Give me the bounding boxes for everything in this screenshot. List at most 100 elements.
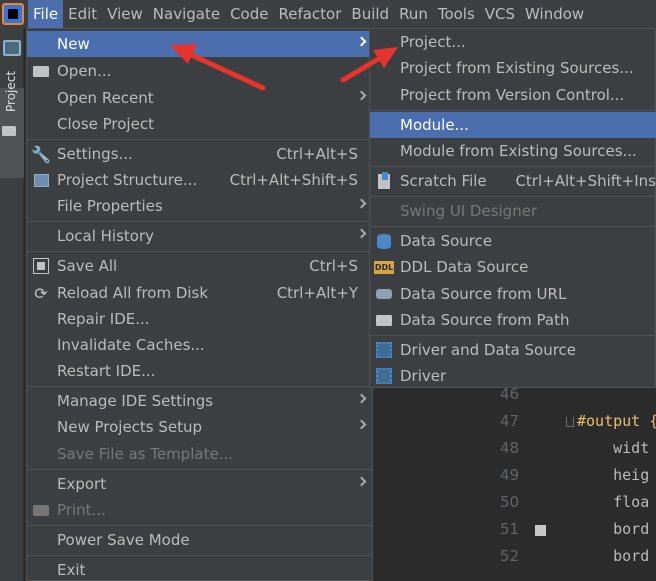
project-tab-label: Project [4, 70, 18, 112]
menu-item-label: Module... [400, 116, 469, 134]
shortcut-label: Ctrl+Alt+Shift+Ins [515, 172, 656, 190]
blank-icon [32, 476, 50, 492]
line-number: 52 [500, 547, 520, 565]
blank-icon [32, 36, 50, 52]
menu-item-driver[interactable]: Driver [370, 363, 656, 389]
bookmark-icon[interactable] [535, 525, 546, 536]
shortcut-label: Ctrl+Alt+S [276, 145, 358, 163]
menu-item-data-source[interactable]: Data Source [370, 228, 656, 254]
menu-item-manage-ide-settings[interactable]: Manage IDE Settings [27, 388, 372, 414]
menu-item-export[interactable]: Export [27, 471, 372, 497]
menu-item-module[interactable]: Module... [370, 112, 656, 138]
menu-item-label: Manage IDE Settings [57, 392, 214, 410]
blank-icon [32, 393, 50, 409]
menu-navigate[interactable]: Navigate [148, 0, 225, 28]
menu-item-label: Project Structure... [57, 171, 198, 189]
menu-item-label: DDL Data Source [400, 258, 529, 276]
blank-icon [32, 228, 50, 244]
blank-icon [375, 34, 393, 50]
line-number: 51 [500, 520, 520, 538]
menu-item-settings[interactable]: 🔧 Settings... Ctrl+Alt+S [27, 141, 372, 167]
menu-vcs[interactable]: VCS [480, 0, 520, 28]
menu-item-save-file-as-template: Save File as Template... [27, 441, 372, 467]
menu-separator [27, 555, 372, 556]
blank-icon [32, 337, 50, 353]
menu-code[interactable]: Code [225, 0, 273, 28]
menu-run[interactable]: Run [394, 0, 433, 28]
menu-item-label: Swing UI Designer [400, 202, 538, 220]
menu-item-driver-and-data-source[interactable]: Driver and Data Source [370, 337, 656, 363]
menu-view[interactable]: View [102, 0, 148, 28]
blank-icon [32, 419, 50, 435]
menu-window[interactable]: Window [520, 0, 589, 28]
menu-item-label: Local History [57, 227, 155, 245]
menu-separator [370, 166, 655, 167]
project-structure-icon [32, 172, 50, 188]
menu-item-label: File Properties [57, 197, 163, 215]
menu-item-label: Driver [400, 367, 447, 385]
menu-item-reload-all[interactable]: ⟳ Reload All from Disk Ctrl+Alt+Y [27, 280, 372, 306]
menu-item-power-save-mode[interactable]: Power Save Mode [27, 527, 372, 553]
blank-icon [32, 116, 50, 132]
blank-icon [32, 311, 50, 327]
intellij-logo-icon[interactable] [2, 3, 24, 25]
menu-item-ddl-data-source[interactable]: DDL DDL Data Source [370, 254, 656, 280]
menu-item-data-source-url[interactable]: Data Source from URL [370, 281, 656, 307]
blank-icon [375, 143, 393, 159]
menu-item-local-history[interactable]: Local History [27, 223, 372, 249]
code-line: widt [577, 439, 650, 457]
menu-item-new[interactable]: New [27, 31, 372, 57]
database-icon [375, 233, 393, 249]
menu-separator [27, 251, 372, 252]
menu-edit[interactable]: Edit [63, 0, 102, 28]
menu-item-label: Invalidate Caches... [57, 336, 205, 354]
menu-item-project[interactable]: Project... [370, 29, 656, 55]
code-line: bord [577, 547, 650, 565]
menu-item-scratch-file[interactable]: Scratch File Ctrl+Alt+Shift+Ins [370, 168, 656, 194]
menu-item-file-properties[interactable]: File Properties [27, 193, 372, 219]
menu-item-label: Driver and Data Source [400, 341, 577, 359]
menu-item-data-source-path[interactable]: Data Source from Path [370, 307, 656, 333]
blank-icon [375, 203, 393, 219]
tool-window-toggle-icon[interactable] [3, 40, 21, 56]
menu-item-swing-ui-designer: Swing UI Designer [370, 198, 656, 224]
menu-separator [27, 221, 372, 222]
menu-item-repair-ide[interactable]: Repair IDE... [27, 306, 372, 332]
line-number: 49 [500, 466, 520, 484]
menu-build[interactable]: Build [346, 0, 394, 28]
menu-item-open-recent[interactable]: Open Recent [27, 85, 372, 111]
line-number: 47 [500, 412, 520, 430]
menu-item-label: Save All [57, 257, 118, 275]
menu-separator [27, 139, 372, 140]
blank-icon [32, 532, 50, 548]
menu-separator [370, 335, 655, 336]
menu-item-invalidate-caches[interactable]: Invalidate Caches... [27, 332, 372, 358]
menu-item-open[interactable]: Open... [27, 58, 372, 84]
menu-item-label: Exit [57, 561, 86, 579]
blank-icon [32, 562, 50, 578]
file-menu: New Open... Open Recent Close Project 🔧 … [26, 28, 373, 581]
scratch-file-icon [375, 171, 393, 189]
menu-tools[interactable]: Tools [433, 0, 480, 28]
menu-separator [370, 110, 655, 111]
menu-item-project-vcs[interactable]: Project from Version Control... [370, 82, 656, 108]
blank-icon [32, 446, 50, 462]
menubar: File Edit View Navigate Code Refactor Bu… [0, 0, 656, 28]
menu-item-module-existing-sources[interactable]: Module from Existing Sources... [370, 138, 656, 164]
menu-item-label: Project from Existing Sources... [400, 59, 634, 77]
fold-marker-icon[interactable] [566, 417, 574, 427]
menu-item-new-projects-setup[interactable]: New Projects Setup [27, 414, 372, 440]
menu-item-restart-ide[interactable]: Restart IDE... [27, 358, 372, 384]
menu-item-exit[interactable]: Exit [27, 557, 372, 581]
menu-refactor[interactable]: Refactor [273, 0, 346, 28]
blank-icon [32, 90, 50, 106]
menu-item-close-project[interactable]: Close Project [27, 111, 372, 137]
menu-item-project-existing-sources[interactable]: Project from Existing Sources... [370, 55, 656, 81]
menu-item-label: Print... [57, 501, 106, 519]
menu-item-save-all[interactable]: Save All Ctrl+S [27, 253, 372, 279]
menu-item-project-structure[interactable]: Project Structure... Ctrl+Alt+Shift+S [27, 167, 372, 193]
folder-open-icon [375, 312, 393, 328]
menu-file[interactable]: File [28, 0, 64, 28]
ddl-icon: DDL [373, 260, 395, 274]
shortcut-label: Ctrl+S [309, 257, 358, 275]
